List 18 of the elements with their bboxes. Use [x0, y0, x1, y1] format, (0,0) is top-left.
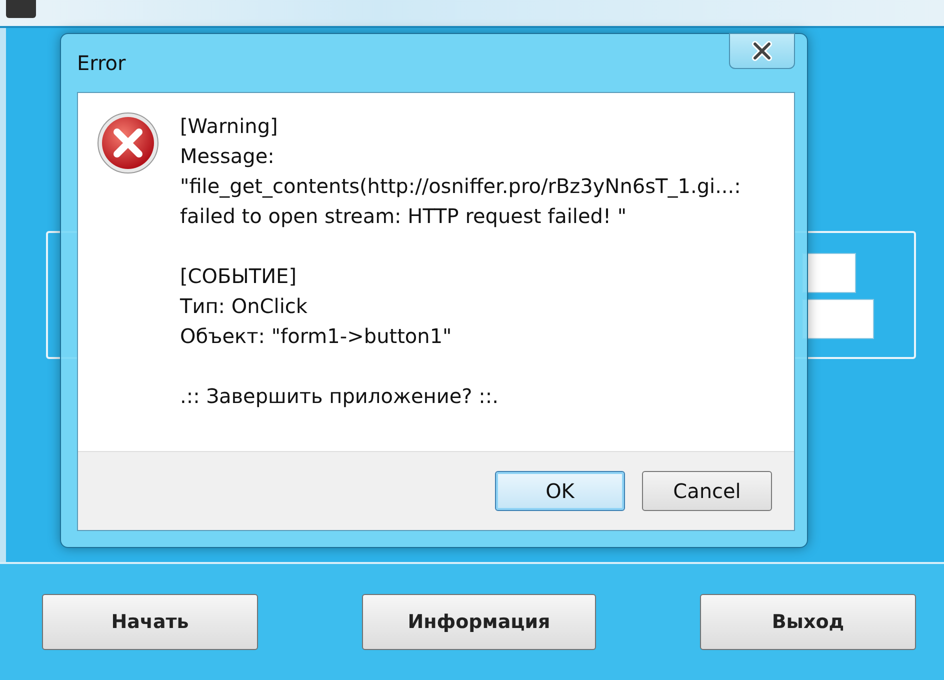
app-button[interactable]: Начать — [42, 594, 258, 650]
message-line: Message: — [180, 143, 276, 170]
dialog-button[interactable]: Cancel — [642, 471, 772, 511]
app-icon — [6, 0, 36, 18]
close-button[interactable] — [729, 33, 795, 69]
message-line: [Warning] — [180, 113, 279, 140]
error-icon — [96, 111, 160, 175]
close-icon — [751, 41, 773, 61]
app-button[interactable]: Выход — [700, 594, 916, 650]
message-line: Тип: OnClick — [180, 293, 308, 320]
message-line: failed to open stream: HTTP request failed! " — [180, 203, 628, 230]
dialog-button[interactable]: OK — [495, 471, 625, 511]
app-button[interactable]: Информация — [362, 594, 596, 650]
message-line: Объект: "form1->button1" — [180, 323, 453, 350]
message-line: .:: Завершить приложение? ::. — [180, 383, 500, 410]
message-line: [СОБЫТИЕ] — [180, 263, 298, 290]
message-line: "file_get_contents(http://osniffer.pro/rBz3yNn6sT_1.gi...: — [180, 173, 741, 200]
dialog-title: Error — [77, 51, 126, 75]
